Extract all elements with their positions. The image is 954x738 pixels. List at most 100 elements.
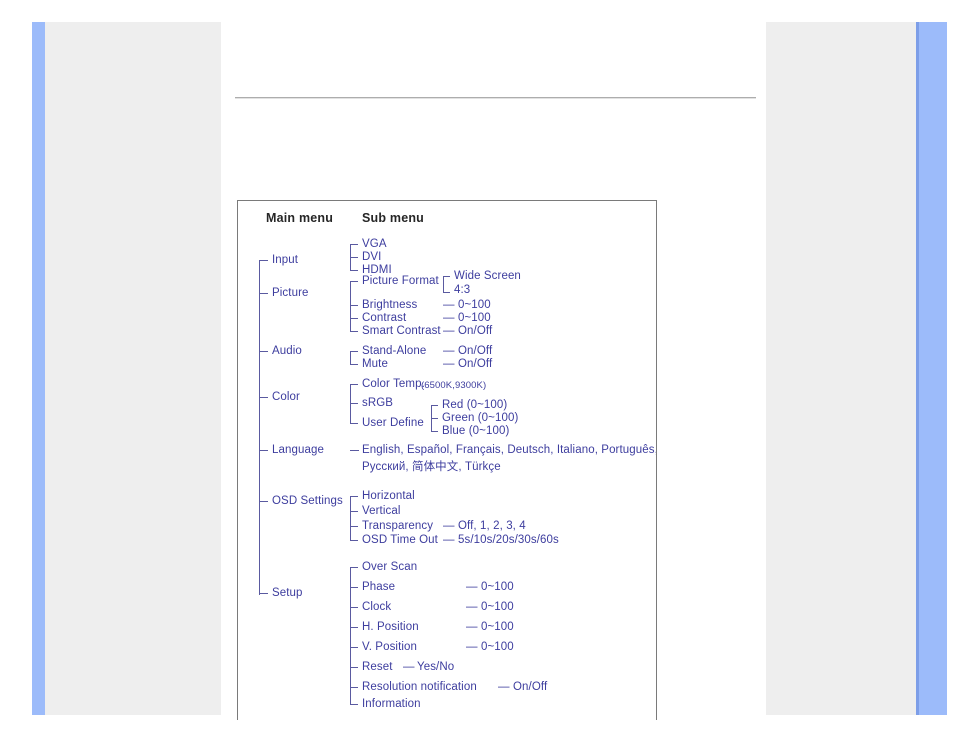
setup-stub-v-position	[350, 647, 358, 648]
audio-bracket-spine	[350, 351, 351, 364]
sub-item-resolution-notification[interactable]: Resolution notification	[362, 681, 477, 693]
color-stub-srgb	[350, 403, 358, 404]
main-item-setup[interactable]: Setup	[272, 587, 303, 599]
picture-stub-contrast	[350, 318, 358, 319]
setup-stub-resolution	[350, 687, 358, 688]
main-item-language[interactable]: Language	[272, 444, 324, 456]
sub-item-color-temp[interactable]: Color Temp.	[362, 378, 425, 390]
language-russian: Русский,	[362, 461, 412, 473]
audio-stub-mute	[350, 364, 358, 365]
dash-osd-time-out: —	[443, 534, 455, 546]
option-wide-screen[interactable]: Wide Screen	[454, 270, 521, 282]
picture-stub-format	[350, 281, 358, 282]
main-item-osd-settings[interactable]: OSD Settings	[272, 495, 343, 507]
value-clock: 0~100	[481, 601, 514, 613]
sub-item-information[interactable]: Information	[362, 698, 421, 710]
main-stub-picture	[259, 293, 268, 294]
main-stub-audio	[259, 351, 268, 352]
left-sidebar-band	[45, 22, 221, 715]
input-stub-dvi	[350, 257, 358, 258]
sub-item-picture-format[interactable]: Picture Format	[362, 275, 439, 287]
sub-item-vga[interactable]: VGA	[362, 238, 387, 250]
main-menu-spine	[259, 260, 260, 595]
main-item-input[interactable]: Input	[272, 254, 298, 266]
main-item-color[interactable]: Color	[272, 391, 300, 403]
dash-transparency: —	[443, 520, 455, 532]
picture-bracket-spine	[350, 281, 351, 331]
picture-stub-brightness	[350, 305, 358, 306]
picture-format-stub-wide	[443, 276, 450, 277]
dash-contrast: —	[443, 312, 455, 324]
right-sidebar-band	[766, 22, 916, 715]
value-contrast: 0~100	[458, 312, 491, 324]
main-stub-setup	[259, 593, 268, 594]
setup-stub-information	[350, 704, 358, 705]
value-h-position: 0~100	[481, 621, 514, 633]
osd-stub-horizontal	[350, 496, 358, 497]
setup-stub-clock	[350, 607, 358, 608]
sub-item-reset[interactable]: Reset	[362, 661, 393, 673]
dash-v-position: —	[466, 641, 478, 653]
sub-item-dvi[interactable]: DVI	[362, 251, 381, 263]
language-list-line-1: English, Español, Français, Deutsch, Ita…	[362, 444, 657, 456]
main-menu-column-header: Main menu	[266, 211, 334, 225]
sub-item-mute[interactable]: Mute	[362, 358, 388, 370]
value-color-temp: (6500K,9300K)	[421, 380, 487, 391]
dash-smart-contrast: —	[443, 325, 455, 337]
main-item-picture[interactable]: Picture	[272, 287, 309, 299]
setup-stub-over-scan	[350, 567, 358, 568]
value-stand-alone: On/Off	[458, 345, 493, 357]
osd-stub-time-out	[350, 540, 358, 541]
value-smart-contrast: On/Off	[458, 325, 493, 337]
sub-item-brightness[interactable]: Brightness	[362, 299, 417, 311]
value-phase: 0~100	[481, 581, 514, 593]
option-red[interactable]: Red (0~100)	[442, 399, 507, 411]
value-transparency: Off, 1, 2, 3, 4	[458, 520, 526, 532]
picture-format-bracket-spine	[443, 276, 444, 292]
option-blue[interactable]: Blue (0~100)	[442, 425, 509, 437]
sub-item-osd-time-out[interactable]: OSD Time Out	[362, 534, 438, 546]
main-item-audio[interactable]: Audio	[272, 345, 302, 357]
sub-item-v-position[interactable]: V. Position	[362, 641, 417, 653]
left-accent-bar	[32, 22, 45, 715]
input-stub-vga	[350, 244, 358, 245]
picture-format-stub-43	[443, 292, 450, 293]
sub-item-phase[interactable]: Phase	[362, 581, 395, 593]
option-4-3[interactable]: 4:3	[454, 284, 470, 296]
setup-stub-reset	[350, 667, 358, 668]
sub-item-contrast[interactable]: Contrast	[362, 312, 406, 324]
sub-item-h-position[interactable]: H. Position	[362, 621, 419, 633]
sub-item-over-scan[interactable]: Over Scan	[362, 561, 417, 573]
value-reset: Yes/No	[417, 661, 455, 673]
osd-stub-vertical	[350, 511, 358, 512]
option-green[interactable]: Green (0~100)	[442, 412, 518, 424]
right-accent-bar	[919, 22, 947, 715]
value-mute: On/Off	[458, 358, 493, 370]
sub-item-smart-contrast[interactable]: Smart Contrast	[362, 325, 441, 337]
sub-item-srgb[interactable]: sRGB	[362, 397, 393, 409]
top-horizontal-rule	[235, 97, 756, 99]
sub-item-vertical[interactable]: Vertical	[362, 505, 401, 517]
language-simplified-chinese: 简体中文	[411, 461, 459, 473]
setup-stub-phase	[350, 587, 358, 588]
sub-item-stand-alone[interactable]: Stand-Alone	[362, 345, 426, 357]
color-stub-color-temp	[350, 384, 358, 385]
user-define-stub-green	[431, 418, 438, 419]
dash-brightness: —	[443, 299, 455, 311]
language-list-line-2: Русский, 简体中文, Türkçe	[362, 458, 501, 474]
dash-resolution-notification: —	[498, 681, 510, 693]
input-stub-hdmi	[350, 270, 358, 271]
dash-mute: —	[443, 358, 455, 370]
dash-stand-alone: —	[443, 345, 455, 357]
dash-h-position: —	[466, 621, 478, 633]
audio-stub-stand-alone	[350, 351, 358, 352]
picture-stub-smart-contrast	[350, 331, 358, 332]
setup-stub-h-position	[350, 627, 358, 628]
sub-item-user-define[interactable]: User Define	[362, 417, 424, 429]
sub-item-horizontal[interactable]: Horizontal	[362, 490, 415, 502]
value-osd-time-out: 5s/10s/20s/30s/60s	[458, 534, 559, 546]
main-stub-color	[259, 397, 268, 398]
user-define-stub-red	[431, 405, 438, 406]
sub-item-clock[interactable]: Clock	[362, 601, 391, 613]
sub-item-transparency[interactable]: Transparency	[362, 520, 433, 532]
